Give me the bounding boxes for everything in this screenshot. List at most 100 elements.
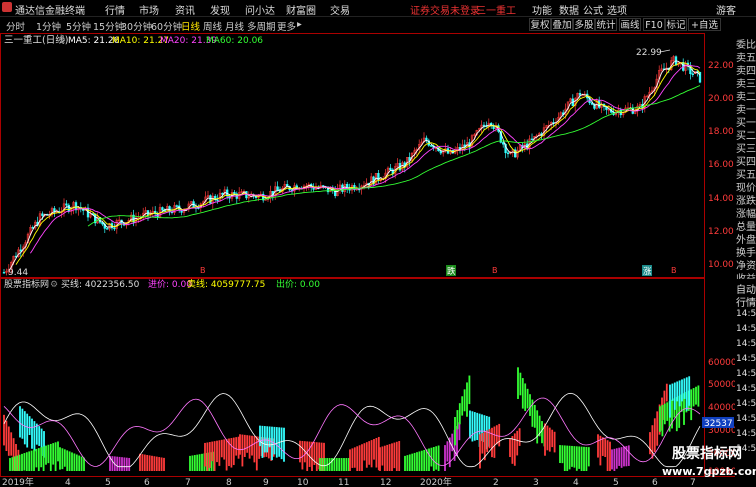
indicator-bar — [461, 396, 464, 416]
indicator-bar — [13, 456, 16, 471]
indicator-bar — [518, 428, 521, 446]
statistics-button[interactable]: 统计 — [595, 18, 617, 31]
menu-item-data[interactable]: 数据 — [559, 2, 579, 17]
period-5min[interactable]: 5分钟 — [66, 19, 91, 33]
indicator-bar — [268, 426, 271, 448]
indicator-bar — [666, 402, 669, 421]
multi-stock-button[interactable]: 多股 — [573, 18, 595, 31]
exit-price-label: 出价: 0.00 — [276, 278, 320, 290]
indicator-bar — [31, 418, 33, 449]
price-tick: 14.00 — [708, 194, 734, 204]
f10-button[interactable]: F10 — [643, 18, 665, 31]
time-tick: 6 — [652, 478, 658, 487]
indicator-bar — [578, 446, 581, 469]
indicator-bar — [541, 421, 543, 444]
tick-panel-header2[interactable]: 行情 — [736, 294, 756, 309]
menu-item-discover[interactable]: 发现 — [210, 2, 230, 17]
menu-item-news[interactable]: 资讯 — [175, 2, 195, 17]
indicator-bar — [585, 446, 588, 471]
candle-body — [530, 138, 534, 141]
time-tick: 9 — [263, 478, 269, 487]
menu-item-ask[interactable]: 问小达 — [245, 2, 275, 17]
moving-average-lines — [8, 60, 701, 272]
tick-time: 14:5 — [736, 414, 756, 424]
indicator-bar — [116, 456, 119, 471]
tick-time: 14:5 — [736, 384, 756, 394]
period-1min[interactable]: 1分钟 — [36, 19, 61, 33]
period-30min[interactable]: 30分钟 — [121, 19, 152, 33]
indicator-bar — [263, 426, 266, 453]
indicator-bar — [656, 411, 659, 446]
indicator-bar — [35, 423, 38, 445]
period-multi[interactable]: 多周期 — [247, 19, 276, 33]
menu-item-market[interactable]: 市场 — [139, 2, 159, 17]
indicator-bar — [111, 456, 114, 471]
indicator-bar — [551, 429, 554, 448]
indicator-bar — [213, 441, 216, 471]
price-tick: 22.00 — [708, 61, 734, 71]
period-more[interactable]: 更多 — [277, 19, 296, 33]
period-60min[interactable]: 60分钟 — [151, 19, 182, 33]
period-more-arrow-icon[interactable]: ▸ — [297, 19, 302, 30]
period-daily[interactable]: 日线 — [181, 19, 200, 33]
indicator-bar — [675, 397, 678, 432]
indicator-settings-icon[interactable]: ⚙ — [50, 280, 58, 290]
indicator-bar — [241, 434, 244, 467]
kline-chart-area[interactable]: 三一重工(日线) ⚙ MA5: 21.26 MA10: 21.27 MA20: … — [0, 33, 756, 487]
indicator-bar — [78, 455, 81, 471]
menu-item-quotes[interactable]: 行情 — [105, 2, 125, 17]
ma5-line — [8, 60, 701, 272]
menu-item-trade[interactable]: 交易 — [330, 2, 350, 17]
time-tick: 5 — [613, 478, 619, 487]
guest-label[interactable]: 游客 — [716, 2, 736, 17]
overlay-button[interactable]: 叠加 — [551, 18, 573, 31]
candle-body — [502, 142, 505, 145]
tick-time: 14:5 — [736, 324, 756, 334]
login-warning[interactable]: 证券交易未登录 — [410, 2, 480, 17]
restore-rights-button[interactable]: 复权 — [529, 18, 551, 31]
indicator-bar — [692, 388, 695, 407]
period-monthly[interactable]: 月线 — [225, 19, 244, 33]
indicator-bar — [26, 413, 29, 448]
add-watchlist-button[interactable]: +自选 — [688, 18, 721, 31]
indicator-bar — [580, 446, 583, 471]
indicator-bar — [201, 453, 203, 471]
indicator-name[interactable]: 股票指标网 — [4, 278, 49, 290]
menu-item-options[interactable]: 选项 — [607, 2, 627, 17]
time-tick: 2 — [493, 478, 499, 487]
menu-item-formula[interactable]: 公式 — [583, 2, 603, 17]
ma60-label: MA60: 20.06 — [206, 36, 263, 46]
indicator-bar — [466, 382, 468, 417]
indicator-bar — [544, 423, 546, 456]
menu-item-function[interactable]: 功能 — [532, 2, 552, 17]
indicator-bar — [121, 457, 123, 471]
period-weekly[interactable]: 周线 — [203, 19, 222, 33]
watermark-line1: 股票指标网 — [672, 446, 742, 462]
time-tick: 4 — [65, 478, 71, 487]
quote-panel: 委比 卖五 卖四 卖三 卖二 卖一 买一 买二 买三 买四 买五 现价 涨跌 涨… — [735, 33, 756, 285]
indicator-bar — [230, 438, 233, 468]
indicator-bar — [454, 417, 456, 446]
indicator-bar — [613, 448, 616, 471]
indicator-bar — [463, 389, 466, 412]
time-tick: 2019年 — [2, 476, 34, 487]
time-tick: 5 — [105, 478, 111, 487]
indicator-bar — [349, 449, 351, 471]
settings-gear-icon[interactable]: ⚙ — [58, 36, 66, 46]
candle-body — [506, 152, 510, 155]
menu-item-wealth[interactable]: 财富圈 — [286, 2, 316, 17]
mark-button[interactable]: 标记 — [665, 18, 687, 31]
period-15min[interactable]: 15分钟 — [93, 19, 124, 33]
indicator-bar — [66, 450, 69, 471]
indicator-bar — [695, 386, 697, 405]
indicator-bar — [193, 455, 196, 471]
indicator-bar — [333, 458, 336, 471]
indicator-bar — [573, 446, 576, 468]
indicator-bar — [239, 434, 241, 455]
indicator-bar — [370, 440, 373, 468]
period-timeshare[interactable]: 分时 — [6, 19, 25, 33]
indicator-bar — [587, 447, 590, 467]
indicator-bar — [681, 379, 683, 402]
indicator-bar — [491, 427, 493, 458]
draw-line-button[interactable]: 画线 — [619, 18, 641, 31]
